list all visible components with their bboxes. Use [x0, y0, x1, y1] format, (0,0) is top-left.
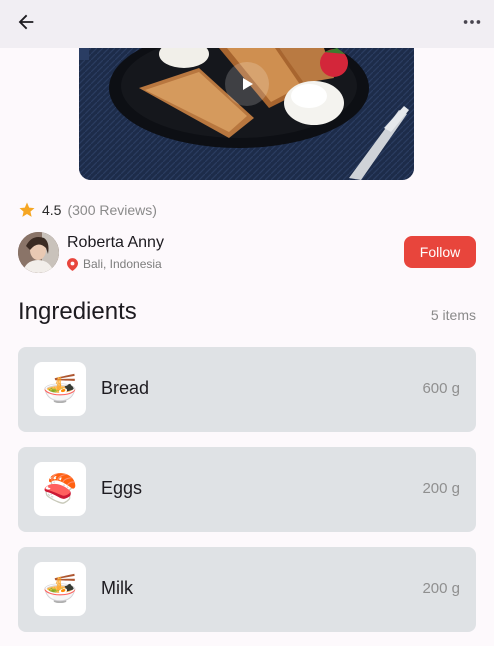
author-name[interactable]: Roberta Anny — [67, 234, 164, 252]
author-row: Roberta Anny Bali, Indonesia Follow — [18, 232, 476, 274]
arrow-left-icon — [18, 14, 34, 30]
ingredient-quantity: 200 g — [422, 580, 460, 597]
ingredient-item-eggs[interactable]: 🍣 Eggs 200 g — [18, 447, 476, 532]
ingredient-list: 🍜 Bread 600 g 🍣 Eggs 200 g 🍜 Milk 200 g — [18, 347, 476, 646]
more-horizontal-icon — [463, 20, 481, 24]
ingredients-title: Ingredients — [18, 298, 137, 325]
back-button[interactable] — [12, 8, 40, 36]
ingredient-name: Eggs — [101, 478, 143, 498]
app-bar — [0, 0, 494, 48]
ingredient-item-milk[interactable]: 🍜 Milk 200 g — [18, 547, 476, 632]
review-count[interactable]: (300 Reviews) — [67, 202, 156, 218]
follow-button[interactable]: Follow — [404, 236, 476, 268]
recipe-detail: 4.5 (300 Reviews) Roberta Anny Bali, Ind… — [0, 48, 494, 646]
avatar[interactable] — [18, 232, 59, 273]
author-photo — [18, 232, 59, 273]
rating-value: 4.5 — [42, 202, 62, 218]
ingredient-name: Milk — [101, 578, 133, 598]
star-icon — [19, 202, 35, 217]
ingredient-quantity: 600 g — [422, 380, 460, 397]
noodle-bowl-icon: 🍜 — [34, 562, 86, 616]
sushi-icon: 🍣 — [34, 462, 86, 516]
recipe-video-thumbnail[interactable] — [79, 48, 414, 180]
play-icon — [243, 78, 253, 90]
noodle-bowl-icon: 🍜 — [34, 362, 86, 416]
rating: 4.5 (300 Reviews) — [18, 199, 157, 221]
ingredient-item-bread[interactable]: 🍜 Bread 600 g — [18, 347, 476, 432]
location-text: Bali, Indonesia — [83, 257, 162, 271]
ingredient-quantity: 200 g — [422, 480, 460, 497]
ingredients-count: 5 items — [430, 307, 476, 323]
location-pin-icon — [67, 257, 78, 271]
author-location: Bali, Indonesia — [67, 256, 162, 272]
ingredient-name: Bread — [101, 378, 150, 398]
play-button[interactable] — [225, 62, 269, 106]
more-options-button[interactable] — [458, 8, 486, 36]
